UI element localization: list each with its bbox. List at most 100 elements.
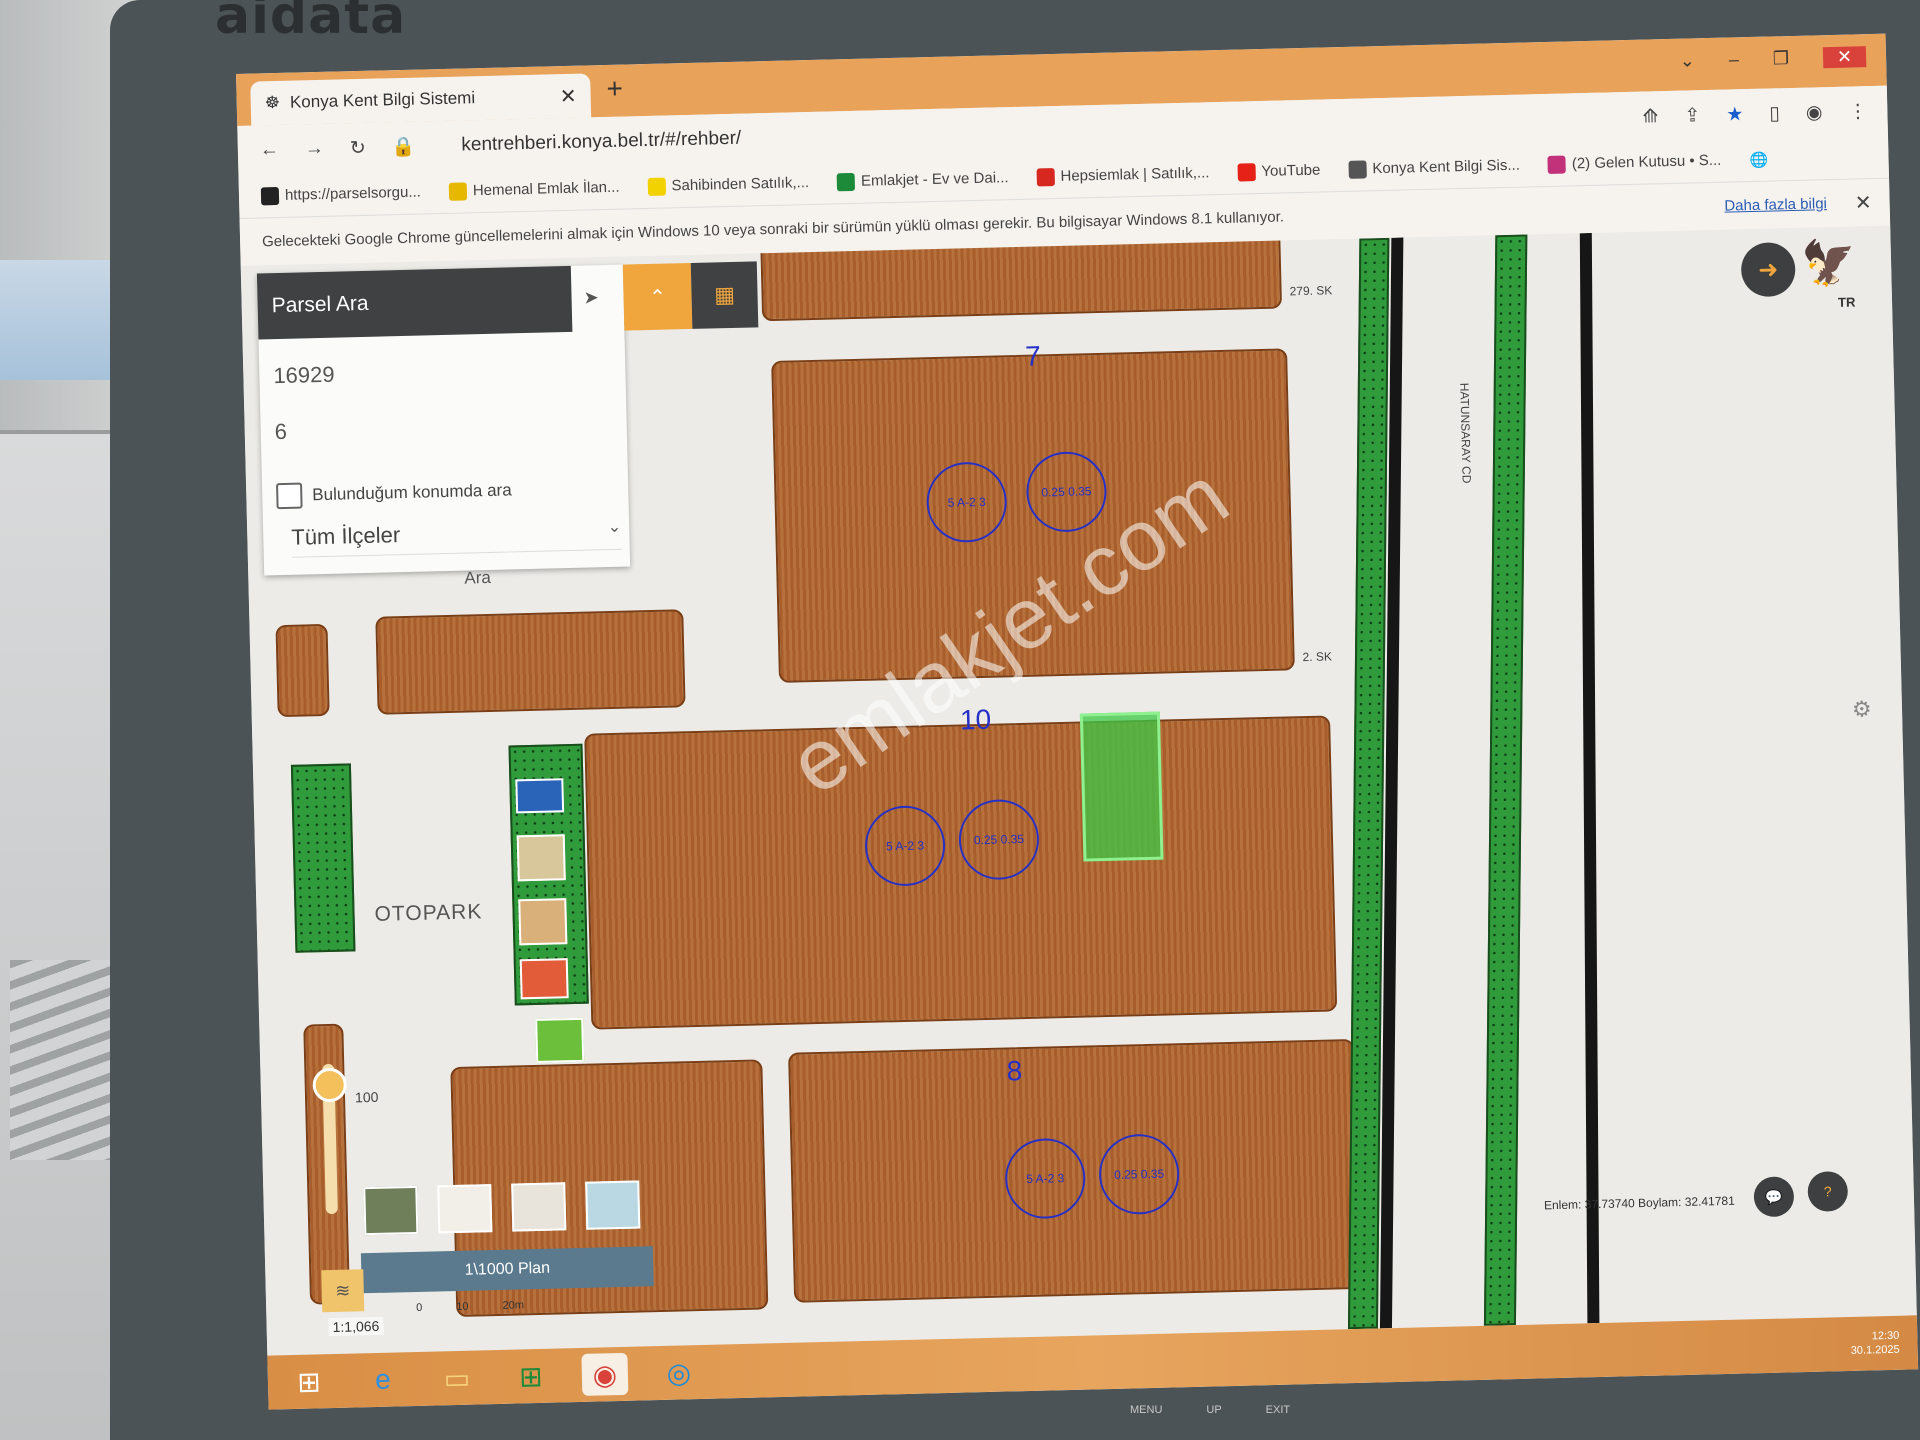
minimize-button[interactable]: – bbox=[1729, 49, 1740, 70]
scale-tick: 10 bbox=[456, 1300, 469, 1313]
back-icon[interactable]: ← bbox=[260, 139, 280, 161]
menu-kebab-icon[interactable]: ⋮ bbox=[1848, 100, 1868, 123]
bookmark-favicon-icon bbox=[1547, 155, 1567, 174]
new-tab-button[interactable]: + bbox=[606, 73, 623, 105]
store-icon[interactable]: ⊞ bbox=[507, 1355, 554, 1398]
chrome-icon[interactable]: ◉ bbox=[581, 1352, 629, 1396]
bookmark-label: Hemenal Emlak İlan... bbox=[472, 178, 620, 200]
bookmark-label: Hepsiemlak | Satılık,... bbox=[1060, 164, 1210, 185]
infobar-close-icon[interactable]: ✕ bbox=[1855, 190, 1872, 215]
file-explorer-icon[interactable]: ▭ bbox=[433, 1356, 480, 1399]
otopark-label: OTOPARK bbox=[374, 900, 483, 926]
start-button[interactable]: ⊞ bbox=[285, 1360, 332, 1403]
bookmark-label: (2) Gelen Kutusu • S... bbox=[1571, 151, 1722, 173]
map-tool-icon[interactable] bbox=[518, 898, 568, 946]
address-bar-actions: ⟰ ⇪ ★ ▯ ◉ ⋮ bbox=[1642, 99, 1887, 128]
help-button[interactable]: ? bbox=[1807, 1170, 1849, 1212]
grid-menu-button[interactable]: ▦ bbox=[690, 261, 759, 329]
bookmark-label: Emlakjet - Ev ve Dai... bbox=[860, 169, 1009, 190]
panel-title: Parsel Ara bbox=[256, 265, 573, 340]
chart-tool-icon[interactable] bbox=[519, 958, 569, 1000]
bookmark-item[interactable]: Sahibinden Satılık,... bbox=[647, 174, 809, 196]
monitor-screen: ☸ Konya Kent Bilgi Sistemi ✕ + ⌄ – ❐ ✕ ←… bbox=[236, 33, 1919, 1410]
blank-basemap-thumb[interactable] bbox=[437, 1184, 493, 1234]
street-label: 279. SK bbox=[1289, 283, 1333, 299]
parcel-search-panel: Parsel Ara ➤ 16929 6 Bulunduğum konumda … bbox=[256, 264, 631, 588]
bookmark-favicon-icon bbox=[1036, 168, 1055, 187]
selected-parcel-highlight[interactable] bbox=[1079, 711, 1164, 862]
reload-icon[interactable]: ↻ bbox=[350, 136, 366, 159]
clock-date: 30.1.2025 bbox=[1850, 1343, 1900, 1357]
restore-button[interactable]: ❐ bbox=[1773, 48, 1790, 69]
ruler-icon[interactable] bbox=[516, 834, 566, 882]
coordinate-readout: Enlem: 37.73740 Boylam: 32.41781 bbox=[1543, 1193, 1735, 1213]
street-label: 2. SK bbox=[1302, 649, 1333, 665]
login-arrow-icon: ➜ bbox=[1757, 255, 1779, 284]
search-basemap-thumb[interactable] bbox=[511, 1182, 567, 1232]
parcel-block[interactable] bbox=[375, 609, 686, 715]
translate-icon[interactable]: ⟰ bbox=[1642, 105, 1658, 128]
tab-search-icon[interactable]: ⌄ bbox=[1680, 50, 1696, 71]
collapse-panel-button[interactable]: ⌃ bbox=[622, 262, 693, 331]
forward-icon[interactable]: → bbox=[305, 138, 325, 160]
settings-gear-icon[interactable]: ⚙ bbox=[1852, 696, 1872, 722]
edge-icon[interactable]: ◎ bbox=[655, 1351, 702, 1394]
location-search-option[interactable]: Bulunduğum konumda ara bbox=[276, 477, 512, 510]
internet-explorer-icon[interactable]: e bbox=[359, 1358, 406, 1401]
location-checkbox[interactable] bbox=[276, 482, 303, 510]
parcel-block[interactable] bbox=[275, 623, 330, 718]
bookmark-item[interactable]: YouTube bbox=[1237, 162, 1321, 182]
chat-icon: 💬 bbox=[1764, 1188, 1783, 1205]
bookmark-favicon-icon bbox=[1348, 160, 1367, 179]
monitor-brand: aidata bbox=[215, 0, 407, 46]
bookmark-item[interactable]: Hepsiemlak | Satılık,... bbox=[1036, 164, 1210, 187]
bookmark-item[interactable]: (2) Gelen Kutusu • S... bbox=[1547, 151, 1722, 174]
system-clock[interactable]: 12:30 30.1.2025 bbox=[1850, 1329, 1900, 1358]
monitor-exit-button[interactable]: EXIT bbox=[1266, 1404, 1290, 1416]
satellite-basemap-thumb[interactable] bbox=[363, 1185, 419, 1236]
bookmark-item[interactable]: https://parselsorgu... bbox=[260, 184, 421, 206]
chevron-down-icon: ⌄ bbox=[607, 518, 622, 537]
share-icon[interactable]: ⇪ bbox=[1684, 104, 1700, 127]
block-number: 7 bbox=[1024, 340, 1042, 372]
bookmark-star-icon[interactable]: ★ bbox=[1726, 103, 1744, 126]
close-window-button[interactable]: ✕ bbox=[1822, 46, 1867, 69]
search-button[interactable]: Ara bbox=[464, 568, 491, 589]
url-field[interactable]: kentrehberi.konya.bel.tr/#/rehber/ bbox=[461, 128, 741, 157]
globe-icon[interactable]: 🌐 bbox=[1749, 151, 1768, 169]
satellite-tool-icon[interactable] bbox=[535, 1017, 585, 1063]
monitor-osd-buttons: MENU UP EXIT bbox=[1130, 1404, 1290, 1416]
scale-tick: 20m bbox=[502, 1299, 525, 1312]
green-median bbox=[1483, 234, 1528, 1326]
side-panel-icon[interactable]: ▯ bbox=[1769, 102, 1780, 125]
chevron-up-icon: ⌃ bbox=[648, 286, 667, 309]
tab-close-icon[interactable]: ✕ bbox=[560, 83, 577, 108]
navigate-arrow-icon[interactable]: ➤ bbox=[583, 287, 599, 308]
site-favicon-icon: ☸ bbox=[264, 92, 281, 113]
bookmark-item[interactable]: Konya Kent Bilgi Sis... bbox=[1348, 157, 1520, 179]
profile-avatar-icon[interactable]: ◉ bbox=[1806, 101, 1823, 124]
plan-layer-label[interactable]: 1\1000 Plan bbox=[360, 1246, 654, 1294]
infobar-more-link[interactable]: Daha fazla bilgi bbox=[1724, 195, 1827, 215]
block-number: 8 bbox=[1006, 1055, 1023, 1087]
block-no-input[interactable]: 16929 bbox=[273, 362, 335, 389]
scale-label: 1:1,066 bbox=[328, 1316, 384, 1337]
login-button[interactable]: ➜ bbox=[1740, 241, 1796, 298]
monitor-up-button[interactable]: UP bbox=[1206, 1404, 1221, 1416]
lock-icon[interactable]: 🔒 bbox=[391, 135, 416, 160]
bookmark-item[interactable]: Hemenal Emlak İlan... bbox=[448, 178, 620, 201]
layers-icon: ≋ bbox=[334, 1280, 351, 1301]
district-select[interactable]: Tüm İlçeler ⌄ bbox=[291, 516, 622, 558]
bookmark-item[interactable]: Emlakjet - Ev ve Dai... bbox=[836, 169, 1009, 192]
map-canvas[interactable]: 279. SK 2. SK 172 HATUNSARAY CD 5 A-2 3 … bbox=[240, 225, 1917, 1356]
checkbox-label: Bulunduğum konumda ara bbox=[312, 480, 512, 505]
bookmark-favicon-icon bbox=[647, 177, 666, 196]
layers-button[interactable]: ≋ bbox=[321, 1269, 365, 1313]
language-label[interactable]: TR bbox=[1838, 295, 1856, 310]
book-icon[interactable] bbox=[515, 778, 565, 814]
monitor-menu-button[interactable]: MENU bbox=[1130, 1404, 1162, 1416]
street-basemap-thumb[interactable] bbox=[585, 1180, 641, 1230]
parcel-no-input[interactable]: 6 bbox=[274, 419, 287, 445]
parcel-block[interactable] bbox=[584, 715, 1338, 1030]
chat-button[interactable]: 💬 bbox=[1753, 1176, 1795, 1218]
